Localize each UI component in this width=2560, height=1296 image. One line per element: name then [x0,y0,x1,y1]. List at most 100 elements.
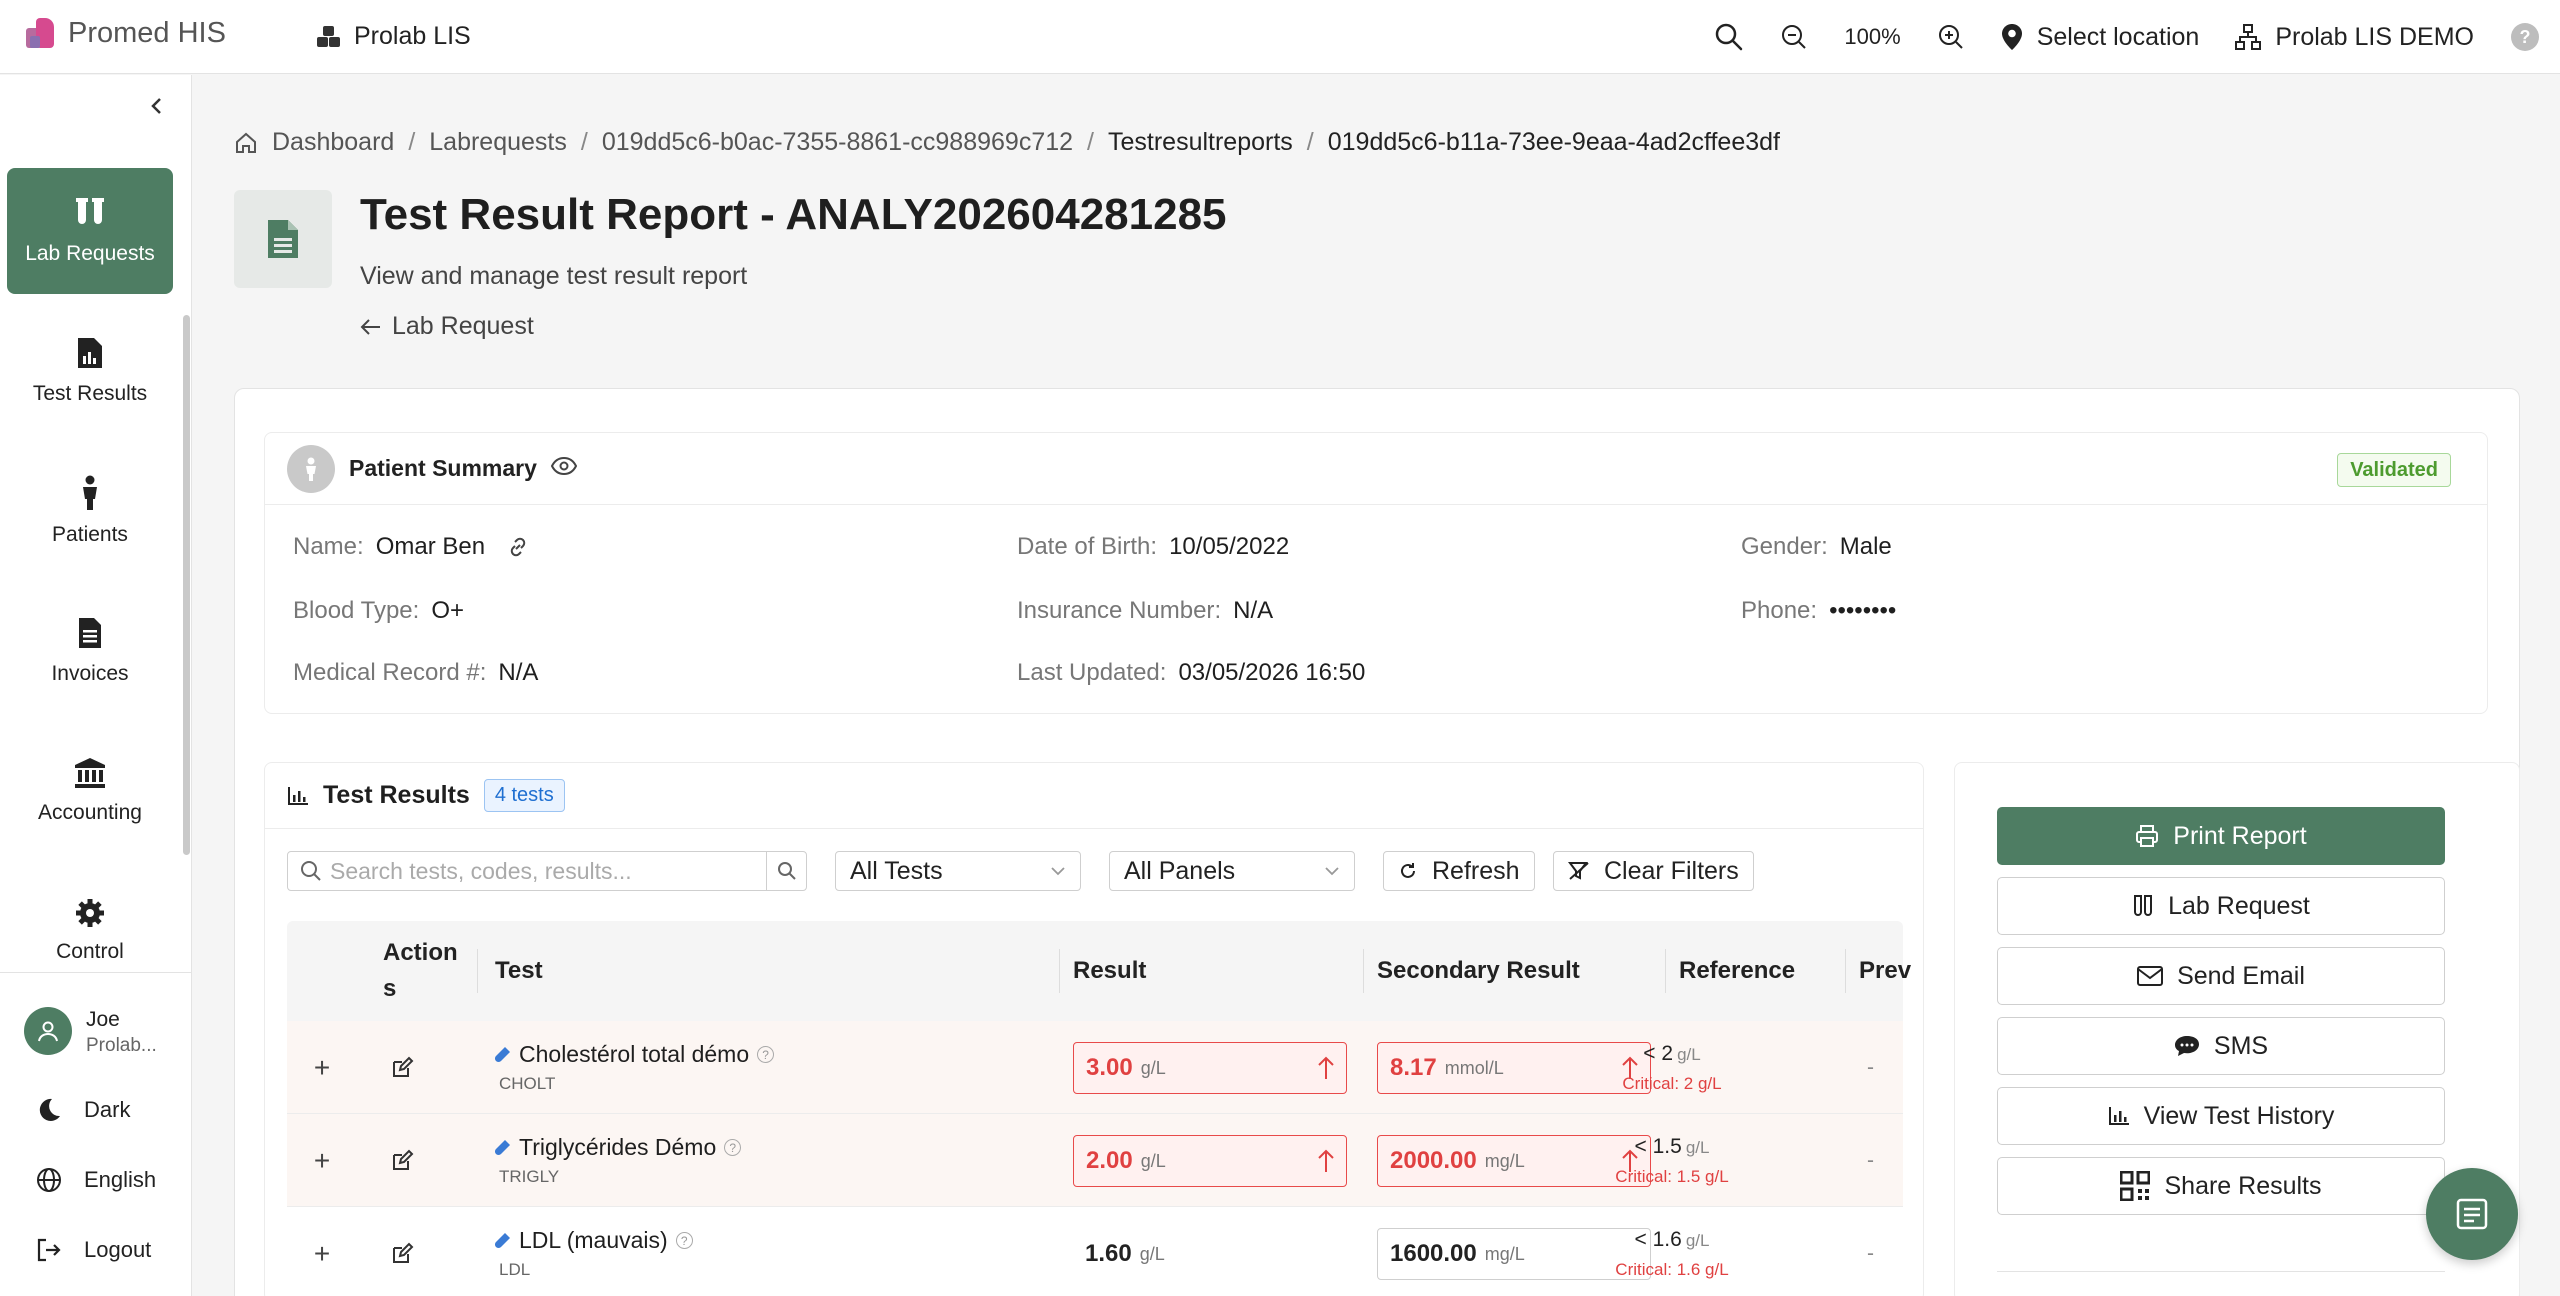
test-name[interactable]: Triglycérides Démo [519,1134,716,1161]
expand-row-button[interactable]: + [307,1207,337,1296]
user-profile[interactable]: Joe Prolab... [24,1005,157,1057]
dark-mode-toggle[interactable]: Dark [36,1097,130,1123]
gender-field: Gender: Male [1741,533,1892,561]
org-label: Prolab LIS DEMO [2275,22,2474,51]
field-label: Name: [293,533,364,560]
org-selector[interactable]: Prolab LIS DEMO [2235,23,2474,52]
home-icon [236,132,256,153]
sidebar-item-test-results[interactable]: Test Results [7,308,173,434]
breadcrumb-dashboard[interactable]: Dashboard [272,128,394,157]
print-report-button[interactable]: Print Report [1997,807,2445,865]
share-results-button[interactable]: Share Results [1997,1157,2445,1215]
breadcrumb-labrequests[interactable]: Labrequests [429,128,567,157]
panel-filter-select[interactable]: All Panels [1109,851,1355,891]
patient-summary: Patient Summary Validated Name: Omar Ben… [264,432,2488,714]
person-icon [306,457,316,481]
logout-label: Logout [84,1237,152,1262]
chevron-left-icon [151,98,161,114]
location-selector[interactable]: Select location [2001,23,2199,52]
search-input[interactable] [322,852,766,890]
col-test[interactable]: Test [495,921,543,1021]
col-secondary-result[interactable]: Secondary Result [1377,921,1580,1021]
cubes-icon [317,25,340,47]
table-row: + LDL (mauvais)? LDL 1.60 g/L 1600.00 mg/L… [287,1207,1903,1296]
info-icon[interactable]: ? [724,1139,742,1156]
col-result[interactable]: Result [1073,921,1146,1021]
sidebar-item-control[interactable]: Control [7,868,173,994]
test-filter-select[interactable]: All Tests [835,851,1081,891]
sidebar-item-invoices[interactable]: Invoices [7,588,173,714]
language-selector[interactable]: English [36,1167,156,1193]
expand-row-button[interactable]: + [307,1021,337,1114]
breadcrumb-labrequest-id[interactable]: 019dd5c6-b0ac-7355-8861-cc988969c712 [602,128,1073,157]
patient-avatar [287,444,335,493]
sidebar-item-lab-requests[interactable]: Lab Requests [7,168,173,294]
app-switcher[interactable]: Prolab LIS [316,22,471,51]
table-row: + Triglycérides Démo? TRIGLY 2.00 g/L 200… [287,1114,1903,1207]
test-name[interactable]: LDL (mauvais) [519,1227,668,1254]
zoom-in-icon[interactable] [1937,23,1965,51]
field-label: Last Updated: [1017,659,1167,686]
edit-icon[interactable] [387,1114,417,1207]
bar-chart-icon [2108,1107,2129,1125]
sidebar-item-accounting[interactable]: Accounting [7,728,173,854]
previous-value: - [1867,1148,1874,1172]
collapse-sidebar-button[interactable] [142,91,172,121]
previous-value: - [1867,1241,1874,1265]
result-value-box[interactable]: 1.60 g/L [1073,1228,1347,1280]
breadcrumb-testresultreports[interactable]: Testresultreports [1108,128,1293,157]
link-icon[interactable] [507,536,529,558]
chat-icon [2174,1036,2199,1056]
page-title: Test Result Report - ANALY202604281285 [360,190,1227,239]
status-badge: Validated [2337,453,2451,487]
sidebar: Lab Requests Test Results Patients Invoi… [0,75,192,1296]
clear-filters-button[interactable]: Clear Filters [1553,851,1754,891]
zoom-out-icon[interactable] [1780,23,1808,51]
brand[interactable]: Promed HIS [24,16,226,50]
floating-report-button[interactable] [2426,1168,2518,1260]
expand-row-button[interactable]: + [307,1114,337,1207]
result-value: 1.60 [1085,1240,1132,1267]
search-button[interactable] [766,852,806,890]
info-icon[interactable]: ? [757,1046,775,1063]
breadcrumb-current: 019dd5c6-b11a-73ee-9eaa-4ad2cffee3df [1327,128,1780,156]
app-switcher-label: Prolab LIS [354,22,471,50]
chevron-down-icon [1325,867,1339,876]
moon-icon [39,1098,60,1121]
refresh-button[interactable]: Refresh [1383,851,1535,891]
result-value-box[interactable]: 3.00 g/L [1073,1042,1347,1094]
send-email-button[interactable]: Send Email [1997,947,2445,1005]
qr-code-icon [2120,1171,2151,1201]
logout-button[interactable]: Logout [36,1237,151,1263]
share-results-label: Share Results [2164,1171,2322,1200]
edit-icon[interactable] [387,1021,417,1114]
col-reference[interactable]: Reference [1679,921,1795,1021]
sidebar-item-patients[interactable]: Patients [7,448,173,574]
test-results-header: Test Results 4 tests [265,763,1923,829]
breadcrumb-separator: / [1087,128,1094,156]
result-value-box[interactable]: 2.00 g/L [1073,1135,1347,1187]
test-name[interactable]: Cholestérol total démo [519,1041,749,1068]
sidebar-item-label: Lab Requests [25,242,155,265]
search-icon[interactable] [1714,22,1744,52]
refresh-label: Refresh [1432,856,1520,885]
test-code: CHOLT [499,1074,556,1093]
back-to-lab-request-link[interactable]: Lab Request [360,312,534,341]
report-icon [2456,1198,2488,1230]
actions-divider [1997,1271,2445,1272]
person-icon [83,475,97,510]
sidebar-item-label: Invoices [51,662,129,685]
sidebar-scrollbar[interactable] [183,315,190,855]
svg-text:?: ? [2520,27,2531,47]
test-filter-value: All Tests [850,856,943,885]
info-icon[interactable]: ? [675,1232,693,1249]
col-previous[interactable]: Prev [1859,921,1911,1021]
view-test-history-button[interactable]: View Test History [1997,1087,2445,1145]
eye-icon[interactable] [550,455,578,482]
lab-request-label: Lab Request [2168,891,2310,920]
sms-button[interactable]: SMS [1997,1017,2445,1075]
help-icon[interactable]: ? [2510,22,2540,52]
sms-label: SMS [2213,1031,2269,1060]
edit-icon[interactable] [387,1207,417,1296]
lab-request-button[interactable]: Lab Request [1997,877,2445,935]
